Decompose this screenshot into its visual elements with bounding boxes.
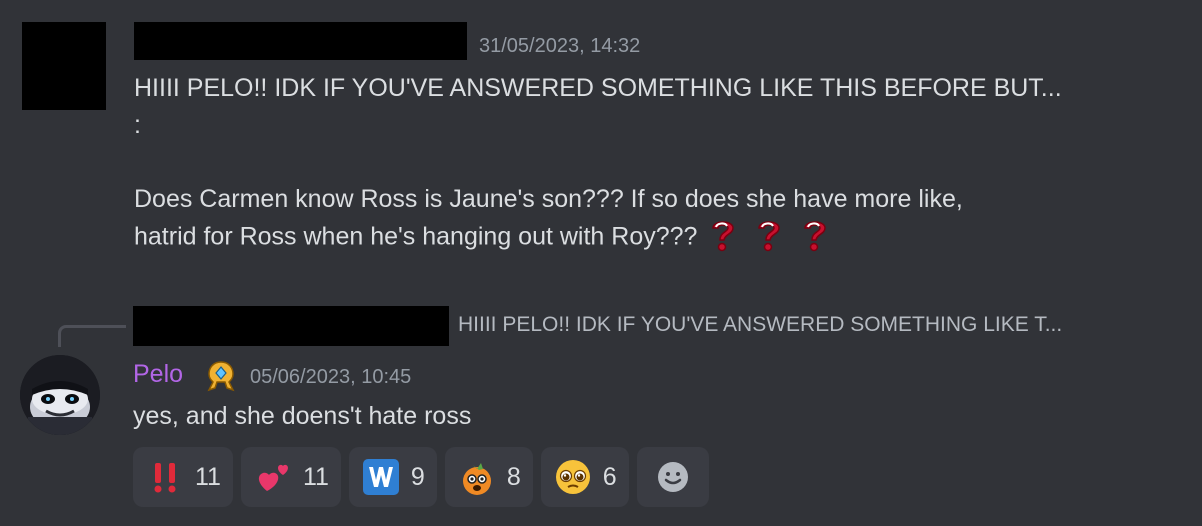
reaction-count: 11 xyxy=(302,462,329,491)
reactions-bar: 11 11 9 8 6 xyxy=(133,447,709,507)
reaction-count: 9 xyxy=(410,462,425,491)
username-redacted[interactable] xyxy=(134,22,467,60)
reply-spine xyxy=(58,325,126,347)
reaction-count: 11 xyxy=(195,462,221,491)
double-exclamation-icon xyxy=(145,457,185,497)
author-name[interactable]: Pelo xyxy=(133,360,183,389)
message-content: HIIII PELO!! IDK IF YOU'VE ANSWERED SOME… xyxy=(134,70,1194,255)
add-reaction-icon xyxy=(653,457,693,497)
reply-username-redacted[interactable] xyxy=(133,306,449,346)
red-question-mark-emoji-icon xyxy=(712,221,735,252)
add-reaction-button[interactable] xyxy=(636,447,709,507)
reaction-count: 6 xyxy=(602,462,617,491)
message-original: 31/05/2023, 14:32 HIIII PELO!! IDK IF YO… xyxy=(0,0,1202,300)
reply-preview[interactable]: HIIII PELO!! IDK IF YOU'VE ANSWERED SOME… xyxy=(458,313,1062,337)
reaction-double-exclamation[interactable]: 11 xyxy=(133,447,233,507)
hypesquad-badge-icon[interactable] xyxy=(203,358,239,394)
w-letter-icon xyxy=(361,457,401,497)
message-line-text: hatrid for Ross when he's hanging out wi… xyxy=(134,222,698,251)
avatar[interactable] xyxy=(20,355,100,435)
message-content: yes, and she doens't hate ross xyxy=(133,402,472,430)
pleading-face-icon xyxy=(553,457,593,497)
reaction-w-letter[interactable]: 9 xyxy=(348,447,437,507)
reaction-orange-character[interactable]: 8 xyxy=(444,447,533,507)
two-hearts-icon xyxy=(253,457,293,497)
message-timestamp: 31/05/2023, 14:32 xyxy=(479,35,641,57)
orange-character-icon xyxy=(457,457,497,497)
message-line-last: hatrid for Ross when he's hanging out wi… xyxy=(134,218,1194,255)
red-question-mark-emoji-icon xyxy=(804,221,827,252)
red-question-mark-emoji-icon xyxy=(758,221,781,252)
message-line: : xyxy=(134,111,141,139)
reaction-pleading-face[interactable]: 6 xyxy=(540,447,629,507)
reaction-count: 8 xyxy=(506,462,521,491)
message-line: Does Carmen know Ross is Jaune's son??? … xyxy=(134,185,963,213)
avatar-redacted[interactable] xyxy=(22,22,106,110)
message-line: HIIII PELO!! IDK IF YOU'VE ANSWERED SOME… xyxy=(134,74,1062,102)
avatar-character-icon xyxy=(20,355,100,435)
reaction-two-hearts[interactable]: 11 xyxy=(240,447,341,507)
message-line xyxy=(134,144,1194,181)
message-timestamp: 05/06/2023, 10:45 xyxy=(250,366,412,388)
